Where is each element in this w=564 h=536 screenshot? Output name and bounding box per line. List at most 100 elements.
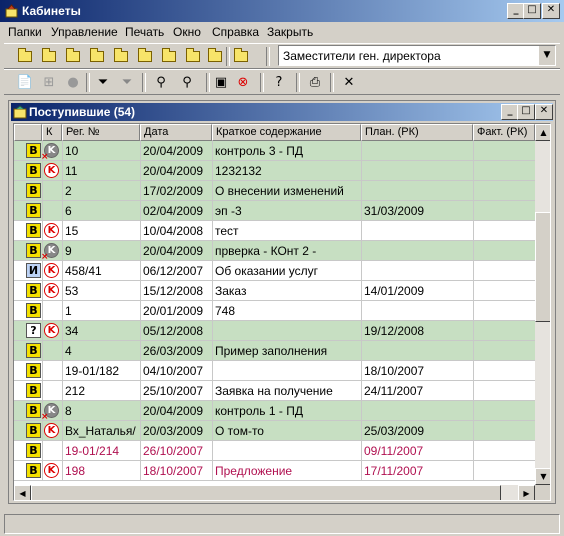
table-row[interactable]: В 6 02/04/2009 эп -3 31/03/2009 — [14, 201, 535, 221]
column-divider — [42, 381, 43, 401]
document-button[interactable]: 📄 — [14, 72, 36, 93]
folder-icon — [186, 48, 200, 62]
menu-management[interactable]: Управление — [51, 25, 118, 39]
cabinet-select[interactable]: Заместители ген. директора ▼ — [278, 45, 556, 66]
maximize-button[interactable]: □ — [523, 3, 541, 19]
chevron-down-icon[interactable]: ▼ — [539, 46, 555, 65]
vertical-scroll-thumb[interactable] — [535, 212, 550, 322]
menu-print[interactable]: Печать — [125, 25, 164, 39]
table-row[interactable]: В K Вх_Наталья/20/03/2009 О том-то 25/03/200… — [14, 421, 535, 441]
filter-button[interactable]: ⏷ — [92, 72, 114, 93]
column-header-plan[interactable]: План. (РК) — [361, 124, 473, 141]
column-divider — [473, 341, 474, 361]
table-row[interactable]: В K 15 10/04/2008 тест — [14, 221, 535, 241]
table-row[interactable]: В 212 25/10/2007 Заявка на получение 24/11/2… — [14, 381, 535, 401]
column-header-summary[interactable]: Краткое содержание — [212, 124, 361, 141]
row-reg-no: 19-01/214 — [65, 444, 120, 458]
column-divider — [42, 201, 43, 221]
menu-window[interactable]: Окно — [173, 25, 201, 39]
folder-icon — [42, 48, 56, 62]
child-maximize-button[interactable]: □ — [517, 104, 535, 120]
horizontal-scrollbar[interactable]: ◀ ▶ — [14, 485, 535, 500]
comment-icon: ● — [67, 75, 79, 90]
table-row[interactable]: В K 53 15/12/2008 Заказ 14/01/2009 — [14, 281, 535, 301]
column-divider — [361, 281, 362, 301]
column-divider — [140, 141, 141, 161]
row-date: 10/04/2008 — [143, 224, 204, 238]
table-row[interactable]: В K 11 20/04/2009 1232132 — [14, 161, 535, 181]
folder-2-button[interactable] — [38, 46, 60, 67]
row-summary: О том-то — [215, 424, 264, 438]
card-button[interactable]: ▣ — [210, 72, 232, 93]
column-header-k[interactable]: К — [42, 124, 62, 141]
menu-folders[interactable]: Папки — [8, 25, 42, 39]
delete-card-button[interactable]: ⊗ — [232, 72, 254, 93]
window-title-bar[interactable]: Кабинеты _ □ ✕ — [0, 0, 564, 22]
table-row[interactable]: В 19-01/182 04/10/2007 18/10/2007 — [14, 361, 535, 381]
table-row[interactable]: В 19-01/214 26/10/2007 09/11/2007 — [14, 441, 535, 461]
folder-3-button[interactable] — [62, 46, 84, 67]
row-date: 17/02/2009 — [143, 184, 204, 198]
column-divider — [473, 281, 474, 301]
folder-5-button[interactable] — [110, 46, 132, 67]
document-type-icon: В — [26, 383, 41, 398]
row-date: 04/10/2007 — [143, 364, 204, 378]
folder-icon — [66, 48, 80, 62]
scroll-right-button[interactable]: ▶ — [518, 485, 535, 500]
document-type-icon: В — [26, 343, 41, 358]
new-folder-button[interactable] — [230, 46, 252, 67]
find-next-button[interactable]: ⚲ — [176, 72, 198, 93]
close-button[interactable]: ✕ — [542, 3, 560, 19]
column-divider — [62, 321, 63, 341]
document-type-icon: В — [26, 283, 41, 298]
tree-button[interactable]: ⊞ — [38, 72, 60, 93]
child-close-button[interactable]: ✕ — [535, 104, 553, 120]
row-summary: Пример заполнения — [215, 344, 328, 358]
folder-4-button[interactable] — [86, 46, 108, 67]
close-cabinet-button[interactable]: ✕ — [338, 72, 360, 93]
vertical-scrollbar[interactable]: ▲ ▼ — [535, 124, 550, 485]
table-row[interactable]: И K 458/41 06/12/2007 Об оказании услуг — [14, 261, 535, 281]
table-row[interactable]: В 1 20/01/2009 748 — [14, 301, 535, 321]
column-divider — [62, 461, 63, 481]
folder-6-button[interactable] — [134, 46, 156, 67]
row-reg-no: 2 — [65, 184, 72, 198]
control-mark-icon: K — [44, 283, 59, 298]
column-header-reg-no[interactable]: Рег. № — [62, 124, 140, 141]
table-row[interactable]: В K 198 18/10/2007 Предложение 17/11/2007 — [14, 461, 535, 481]
menu-close[interactable]: Закрыть — [267, 25, 313, 39]
horizontal-scroll-thumb[interactable] — [31, 485, 501, 500]
folder-9-button[interactable] — [204, 46, 226, 67]
table-row[interactable]: В 4 26/03/2009 Пример заполнения — [14, 341, 535, 361]
print-button[interactable]: ⎙ — [304, 72, 326, 93]
scroll-down-button[interactable]: ▼ — [535, 468, 550, 485]
table-row[interactable]: ? K 34 05/12/2008 19/12/2008 — [14, 321, 535, 341]
folder-8-button[interactable] — [182, 46, 204, 67]
column-divider — [212, 281, 213, 301]
column-header-fact[interactable]: Факт. (РК) — [473, 124, 535, 141]
filter-clear-button[interactable]: ⏷ — [116, 72, 138, 93]
column-divider — [62, 241, 63, 261]
folder-1-button[interactable] — [14, 46, 36, 67]
help-button[interactable]: ? — [268, 72, 290, 93]
comment-button[interactable]: ● — [62, 72, 84, 93]
column-header-type[interactable] — [14, 124, 42, 141]
child-title-bar[interactable]: Поступившие (54) _ □ ✕ — [11, 103, 553, 121]
scroll-left-button[interactable]: ◀ — [14, 485, 31, 500]
find-button[interactable]: ⚲ — [150, 72, 172, 93]
scroll-up-button[interactable]: ▲ — [535, 124, 550, 141]
table-row[interactable]: В 2 17/02/2009 О внесении изменений — [14, 181, 535, 201]
table-row[interactable]: В K × 8 20/04/2009 контроль 1 - ПД — [14, 401, 535, 422]
column-divider — [473, 201, 474, 221]
menu-help[interactable]: Справка — [212, 25, 259, 39]
table-row[interactable]: В K × 10 20/04/2009 контроль 3 - ПД — [14, 141, 535, 162]
row-summary: тест — [215, 224, 239, 238]
column-divider — [212, 321, 213, 341]
control-mark-icon: K — [44, 463, 59, 478]
column-divider — [361, 161, 362, 181]
folder-7-button[interactable] — [158, 46, 180, 67]
row-reg-no: 15 — [65, 224, 79, 238]
table-row[interactable]: В K × 9 20/04/2009 прверка - КОнт 2 - — [14, 241, 535, 262]
column-header-date[interactable]: Дата — [140, 124, 212, 141]
row-reg-no: Вх_Наталья/ — [65, 424, 136, 438]
